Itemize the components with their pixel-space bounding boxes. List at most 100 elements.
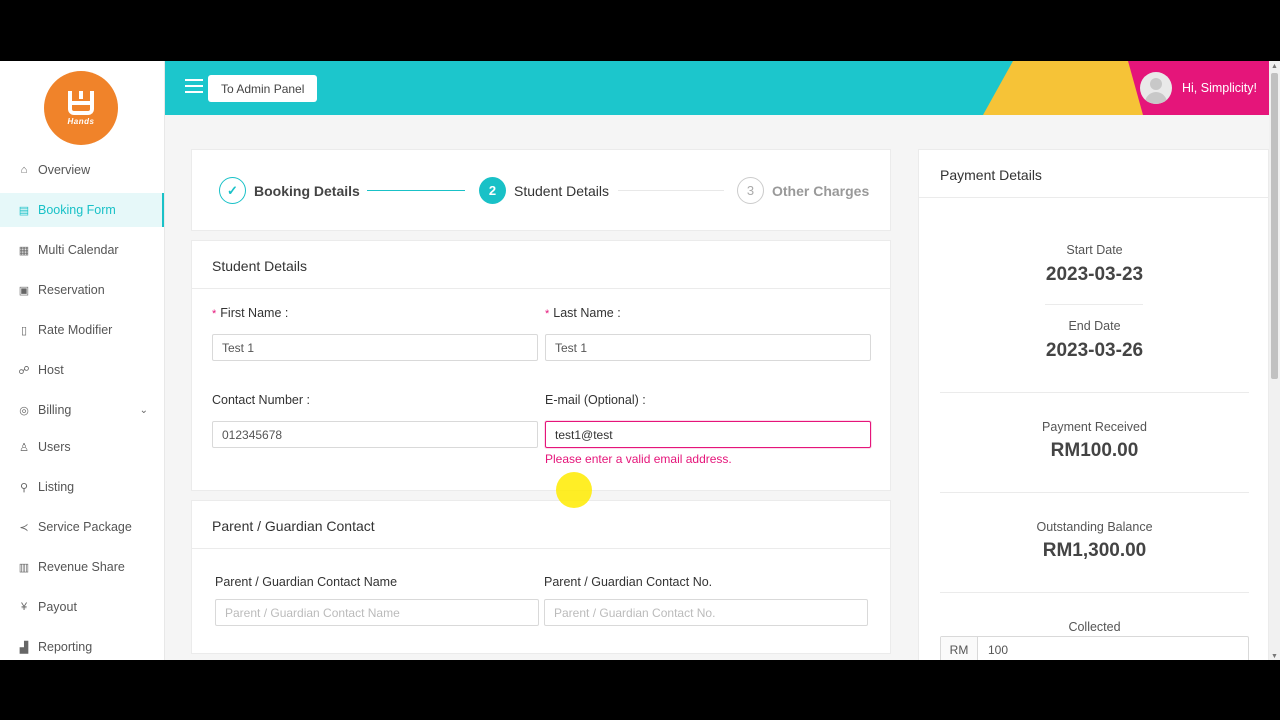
divider [1045,304,1143,305]
sidebar-item-label: Reporting [38,640,93,654]
parent-contact-card: Parent / Guardian Contact Parent / Guard… [191,500,891,654]
payment-received-value: RM100.00 [1050,440,1139,461]
sidebar-item-service-package[interactable]: ≺ Service Package [0,510,164,544]
sidebar-item-label: Listing [38,480,75,494]
section-title: Parent / Guardian Contact [192,501,890,549]
step-number: 2 [479,177,506,204]
listing-icon: ⚲ [19,481,29,494]
app-screen: Hands ⌂ Overview ▤ Booking Form ▦ Multi … [0,61,1280,660]
contact-number-label: Contact Number : [212,393,310,407]
step-student-details[interactable]: 2 Student Details [479,177,609,204]
parent-name-label: Parent / Guardian Contact Name [215,575,398,589]
last-name-input[interactable]: Test 1 [545,334,871,361]
section-title: Student Details [192,241,890,289]
step-label: Student Details [514,182,609,199]
sidebar-item-label: Reservation [38,283,105,297]
sidebar-item-reservation[interactable]: ▣ Reservation [0,273,164,307]
step-connector [367,190,465,191]
outstanding-balance-label: Outstanding Balance [1036,520,1153,534]
step-label: Other Charges [772,182,870,199]
end-date-value: 2023-03-26 [1045,340,1144,361]
collected-input[interactable]: 100 [978,637,1008,660]
sidebar-item-host[interactable]: ☍ Host [0,353,164,387]
step-label: Booking Details [254,182,360,199]
outstanding-balance-value: RM1,300.00 [1042,540,1147,561]
parent-phone-input[interactable]: Parent / Guardian Contact No. [544,599,868,626]
parent-phone-label: Parent / Guardian Contact No. [544,575,713,589]
currency-prefix: RM [941,637,978,660]
menu-toggle-icon[interactable] [185,79,203,95]
user-menu[interactable]: Hi, Simplicity! [1128,61,1269,115]
last-name-label: * Last Name : [545,306,621,320]
collected-label: Collected [1068,620,1121,634]
sidebar-item-label: Booking Form [38,203,116,217]
email-label: E-mail (Optional) : [545,393,646,407]
last-name-label-text: Last Name [553,306,614,320]
sidebar-item-overview[interactable]: ⌂ Overview [0,153,164,187]
sidebar-item-label: Revenue Share [38,560,125,574]
user-icon: ♙ [19,441,29,454]
first-name-label-text: First Name [220,306,282,320]
sidebar-item-label: Billing [38,403,72,417]
sidebar: Hands ⌂ Overview ▤ Booking Form ▦ Multi … [0,61,165,660]
sidebar-item-label: Service Package [38,520,132,534]
calendar-icon: ▦ [18,244,30,257]
step-booking-details[interactable]: ✓ Booking Details [219,177,360,204]
sidebar-item-multi-calendar[interactable]: ▦ Multi Calendar [0,233,164,267]
end-date-label: End Date [1068,319,1121,333]
check-icon: ✓ [219,177,246,204]
sidebar-item-payout[interactable]: ¥ Payout [0,590,164,624]
email-error-message: Please enter a valid email address. [545,452,732,466]
home-icon: ⌂ [20,164,28,176]
sidebar-item-label: Multi Calendar [38,243,119,257]
host-icon: ☍ [18,364,30,377]
contact-number-input[interactable]: 012345678 [212,421,538,448]
revenue-icon: ▥ [18,561,30,574]
sidebar-item-users[interactable]: ♙ Users [0,430,164,464]
required-marker: * [545,308,550,320]
scroll-up-icon[interactable]: ▲ [1271,63,1278,70]
to-admin-panel-button[interactable]: To Admin Panel [208,75,318,102]
first-name-input[interactable]: Test 1 [212,334,538,361]
chart-icon: ▟ [19,641,29,654]
billing-icon: ◎ [19,404,29,417]
divider [940,492,1249,493]
step-connector [618,190,724,191]
step-other-charges[interactable]: 3 Other Charges [737,177,869,204]
booking-steps: ✓ Booking Details 2 Student Details 3 Ot… [191,149,891,231]
first-name-label: * First Name : [212,306,289,320]
hands-logo[interactable]: Hands [44,71,118,145]
email-input[interactable]: test1@test [545,421,871,448]
rate-modifier-icon: ▯ [20,324,28,337]
sidebar-item-booking-form[interactable]: ▤ Booking Form [0,193,164,227]
student-details-card: Student Details * First Name : Test 1 * La… [191,240,891,491]
divider [940,592,1249,593]
step-number: 3 [737,177,764,204]
sidebar-item-billing[interactable]: ◎ Billing ⌄ [0,393,164,427]
contact-number-label-text: Contact Number [212,393,304,407]
sidebar-item-revenue-share[interactable]: ▥ Revenue Share [0,550,164,584]
form-icon: ▤ [18,204,30,217]
parent-name-input[interactable]: Parent / Guardian Contact Name [215,599,539,626]
scrollbar-thumb[interactable] [1271,73,1278,379]
sidebar-item-reporting[interactable]: ▟ Reporting [0,630,164,660]
payment-details-card: Payment Details Start Date 2023-03-23 En… [918,149,1269,660]
payout-icon: ¥ [20,601,28,613]
scroll-down-icon[interactable]: ▼ [1271,653,1278,660]
logo-text: Hands [67,116,95,126]
top-header: To Admin Panel Hi, Simplicity! [165,61,1269,115]
avatar[interactable] [1140,72,1172,104]
page-scrollbar[interactable]: ▲ ▼ [1269,61,1280,660]
sidebar-item-label: Host [38,363,64,377]
user-greeting[interactable]: Hi, Simplicity! [1182,81,1257,95]
divider [940,392,1249,393]
logo-glyph-icon [68,90,94,115]
sidebar-item-rate-modifier[interactable]: ▯ Rate Modifier [0,313,164,347]
payment-received-label: Payment Received [1042,420,1147,434]
start-date-value: 2023-03-23 [1045,264,1144,285]
sidebar-item-listing[interactable]: ⚲ Listing [0,470,164,504]
payment-title: Payment Details [919,150,1268,198]
sidebar-item-label: Users [38,440,71,454]
sidebar-item-label: Overview [38,163,91,177]
chevron-down-icon: ⌄ [139,404,148,416]
